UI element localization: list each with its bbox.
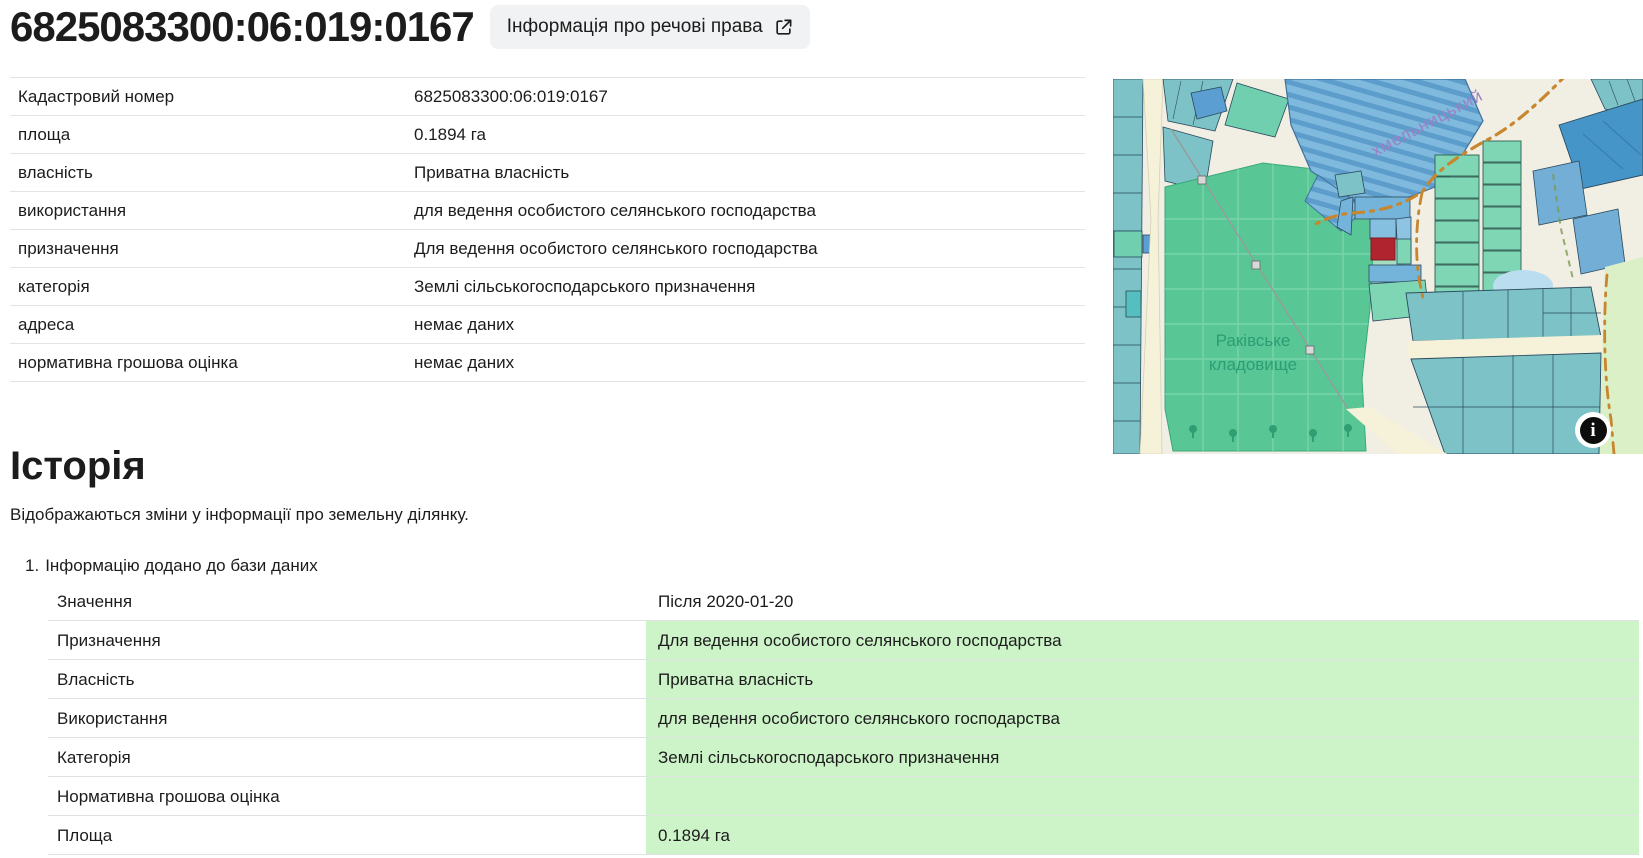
table-row: Власність Приватна власність <box>48 660 1639 699</box>
row-label: Категорія <box>48 738 646 777</box>
history-entry-index: 1. <box>25 556 39 575</box>
row-value: 0.1894 га <box>646 816 1639 855</box>
table-row: власність Приватна власність <box>10 154 1085 192</box>
table-row: використання для ведення особистого селя… <box>10 192 1085 230</box>
table-row: адреса немає даних <box>10 306 1085 344</box>
row-value: Для ведення особистого селянського госпо… <box>406 230 1085 268</box>
row-value: Приватна власність <box>406 154 1085 192</box>
row-value <box>646 777 1639 816</box>
history-entry: 1. Інформацію додано до бази даних Значен… <box>25 555 1643 855</box>
row-label: Кадастровий номер <box>10 78 406 116</box>
parcel-info-table: Кадастровий номер 6825083300:06:019:0167… <box>10 77 1085 382</box>
external-link-icon <box>774 18 793 37</box>
row-label: власність <box>10 154 406 192</box>
table-row: площа 0.1894 га <box>10 116 1085 154</box>
parcel-summary-section: Кадастровий номер 6825083300:06:019:0167… <box>0 77 1643 382</box>
table-row: Значення Після 2020-01-20 <box>48 582 1639 621</box>
row-label: Нормативна грошова оцінка <box>48 777 646 816</box>
row-label: площа <box>10 116 406 154</box>
table-row: Використання для ведення особистого селя… <box>48 699 1639 738</box>
row-label: Значення <box>48 582 646 621</box>
cemetery-label-line2: кладовище <box>1209 355 1297 374</box>
row-value: для ведення особистого селянського госпо… <box>406 192 1085 230</box>
row-value: Землі сільськогосподарського призначення <box>646 738 1639 777</box>
property-rights-button[interactable]: Інформація про речові права <box>490 5 810 49</box>
row-label: Площа <box>48 816 646 855</box>
row-value: Після 2020-01-20 <box>646 582 1639 621</box>
table-row: нормативна грошова оцінка немає даних <box>10 344 1085 382</box>
row-label: нормативна грошова оцінка <box>10 344 406 382</box>
row-label: адреса <box>10 306 406 344</box>
history-entry-title: Інформацію додано до бази даних <box>45 556 318 575</box>
history-description: Відображаються зміни у інформації про зе… <box>10 504 1643 525</box>
history-table: Значення Після 2020-01-20 Призначення Дл… <box>48 582 1639 855</box>
cadastral-map[interactable]: Раківське кладовище <box>1113 79 1643 454</box>
property-rights-button-label: Інформація про речові права <box>507 16 763 38</box>
selected-parcel[interactable] <box>1371 238 1395 260</box>
page-header: 6825083300:06:019:0167 Інформація про ре… <box>0 0 1643 49</box>
table-row: Площа 0.1894 га <box>48 816 1639 855</box>
row-value: Приватна власність <box>646 660 1639 699</box>
row-label: використання <box>10 192 406 230</box>
cemetery-label-line1: Раківське <box>1216 331 1291 350</box>
row-value: Землі сільськогосподарського призначення <box>406 268 1085 306</box>
row-label: Призначення <box>48 621 646 660</box>
row-value: 0.1894 га <box>406 116 1085 154</box>
table-row: призначення Для ведення особистого селян… <box>10 230 1085 268</box>
row-label: Використання <box>48 699 646 738</box>
info-icon: i <box>1580 417 1607 444</box>
row-value: немає даних <box>406 306 1085 344</box>
history-list: 1. Інформацію додано до бази даних Значен… <box>0 555 1643 855</box>
page-title: 6825083300:06:019:0167 <box>10 5 474 49</box>
row-label: категорія <box>10 268 406 306</box>
table-row: Призначення Для ведення особистого селян… <box>48 621 1639 660</box>
row-label: призначення <box>10 230 406 268</box>
row-value: немає даних <box>406 344 1085 382</box>
table-row: Категорія Землі сільськогосподарського п… <box>48 738 1639 777</box>
table-row: Кадастровий номер 6825083300:06:019:0167 <box>10 78 1085 116</box>
table-row: Нормативна грошова оцінка <box>48 777 1639 816</box>
row-value: 6825083300:06:019:0167 <box>406 78 1085 116</box>
row-value: Для ведення особистого селянського госпо… <box>646 621 1639 660</box>
table-row: категорія Землі сільськогосподарського п… <box>10 268 1085 306</box>
row-label: Власність <box>48 660 646 699</box>
row-value: для ведення особистого селянського госпо… <box>646 699 1639 738</box>
map-attribution-button[interactable]: i <box>1575 412 1611 448</box>
